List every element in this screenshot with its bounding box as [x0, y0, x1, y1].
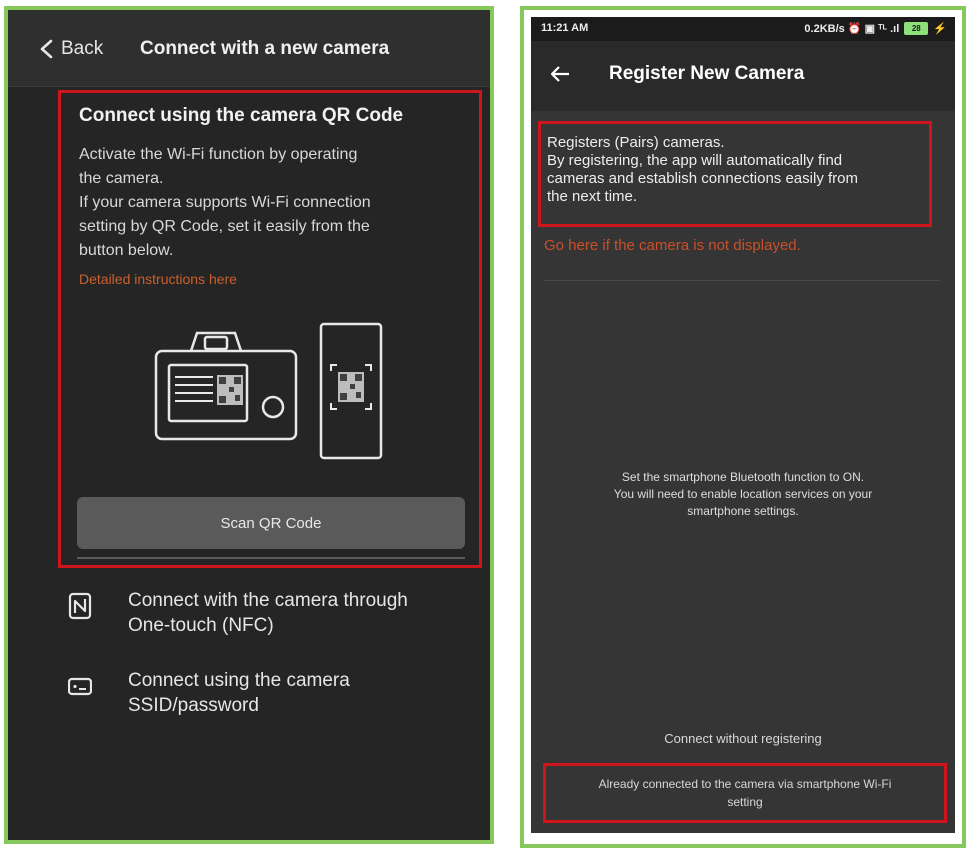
network-indicators: 0.2KB/s ⏰ ▣ ᵀᴸ .ıl: [804, 23, 900, 35]
qr-code-section: Connect using the camera QR Code Activat…: [58, 90, 482, 568]
chevron-left-icon: [40, 39, 53, 59]
back-label: Back: [61, 38, 104, 59]
back-button[interactable]: Back: [36, 38, 103, 60]
ssid-password-connect-option[interactable]: Connect using the camera SSID/password: [68, 668, 468, 718]
connect-without-registering-link[interactable]: Connect without registering: [531, 731, 955, 746]
charging-icon: ⚡: [933, 23, 947, 35]
register-description: Registers (Pairs) cameras. By registerin…: [547, 134, 858, 205]
register-info-box: Registers (Pairs) cameras. By registerin…: [538, 121, 932, 227]
qr-section-title: Connect using the camera QR Code: [79, 105, 404, 126]
already-connected-wifi-link[interactable]: Already connected to the camera via smar…: [543, 763, 947, 823]
ssid-password-icon: [68, 677, 92, 696]
ssid-option-label: Connect using the camera SSID/password: [128, 670, 350, 716]
status-time: 11:21 AM: [541, 22, 589, 34]
app-bar: Register New Camera: [531, 41, 955, 111]
page-title: Connect with a new camera: [140, 38, 390, 59]
left-screenshot-panel: Back Connect with a new camera Connect u…: [4, 6, 494, 844]
nfc-icon: [68, 592, 92, 620]
nfc-option-label: Connect with the camera through One-touc…: [128, 590, 408, 636]
status-bar: 11:21 AM 0.2KB/s ⏰ ▣ ᵀᴸ .ıl 28 ⚡: [531, 17, 955, 41]
content-divider: [544, 280, 940, 281]
phone-screen: 11:21 AM 0.2KB/s ⏰ ▣ ᵀᴸ .ıl 28 ⚡ Registe…: [531, 17, 955, 833]
bluetooth-message: Set the smartphone Bluetooth function to…: [613, 470, 873, 518]
camera-not-displayed-link[interactable]: Go here if the camera is not displayed.: [544, 237, 801, 254]
right-screenshot-panel: 11:21 AM 0.2KB/s ⏰ ▣ ᵀᴸ .ıl 28 ⚡ Registe…: [520, 6, 966, 848]
left-app-header: Back Connect with a new camera: [8, 10, 490, 87]
nfc-connect-option[interactable]: Connect with the camera through One-touc…: [68, 588, 468, 638]
camera-phone-qr-illustration: [154, 322, 383, 460]
battery-icon: 28: [904, 22, 929, 35]
qr-section-description: Activate the Wi-Fi function by operating…: [79, 146, 371, 259]
arrow-back-icon[interactable]: [549, 63, 571, 85]
section-divider: [77, 557, 465, 559]
status-indicators: 0.2KB/s ⏰ ▣ ᵀᴸ .ıl 28 ⚡: [804, 22, 947, 35]
register-page-title: Register New Camera: [609, 63, 805, 84]
scan-qr-code-button[interactable]: Scan QR Code: [77, 497, 465, 549]
detailed-instructions-link[interactable]: Detailed instructions here: [79, 271, 237, 287]
